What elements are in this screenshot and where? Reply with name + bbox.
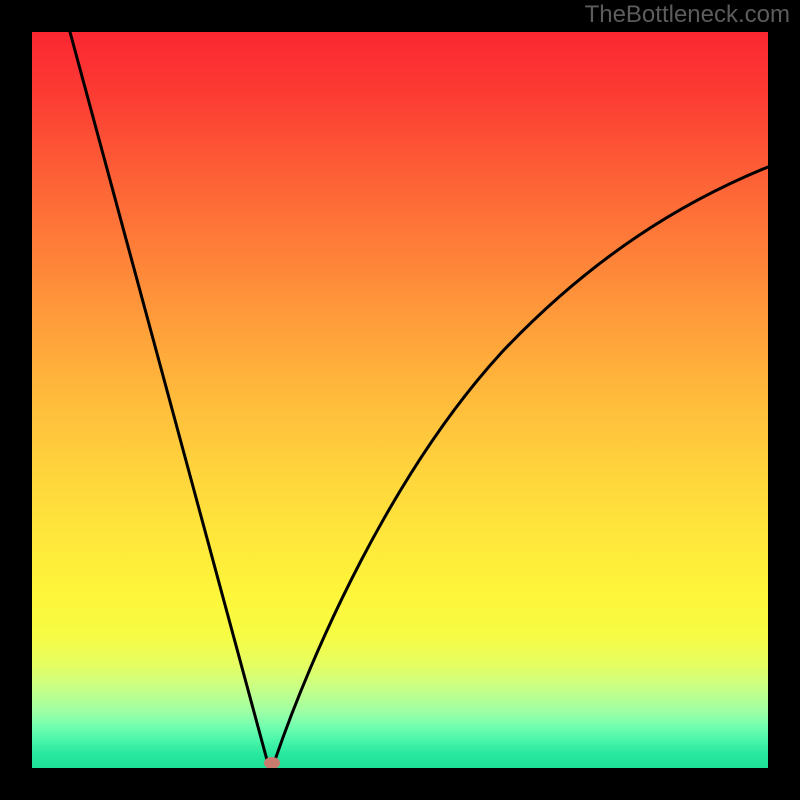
bottleneck-curve-path [70,32,768,764]
chart-canvas: TheBottleneck.com [0,0,800,800]
plot-area [32,32,768,768]
watermark-text: TheBottleneck.com [585,1,790,29]
curve-layer [32,32,768,768]
